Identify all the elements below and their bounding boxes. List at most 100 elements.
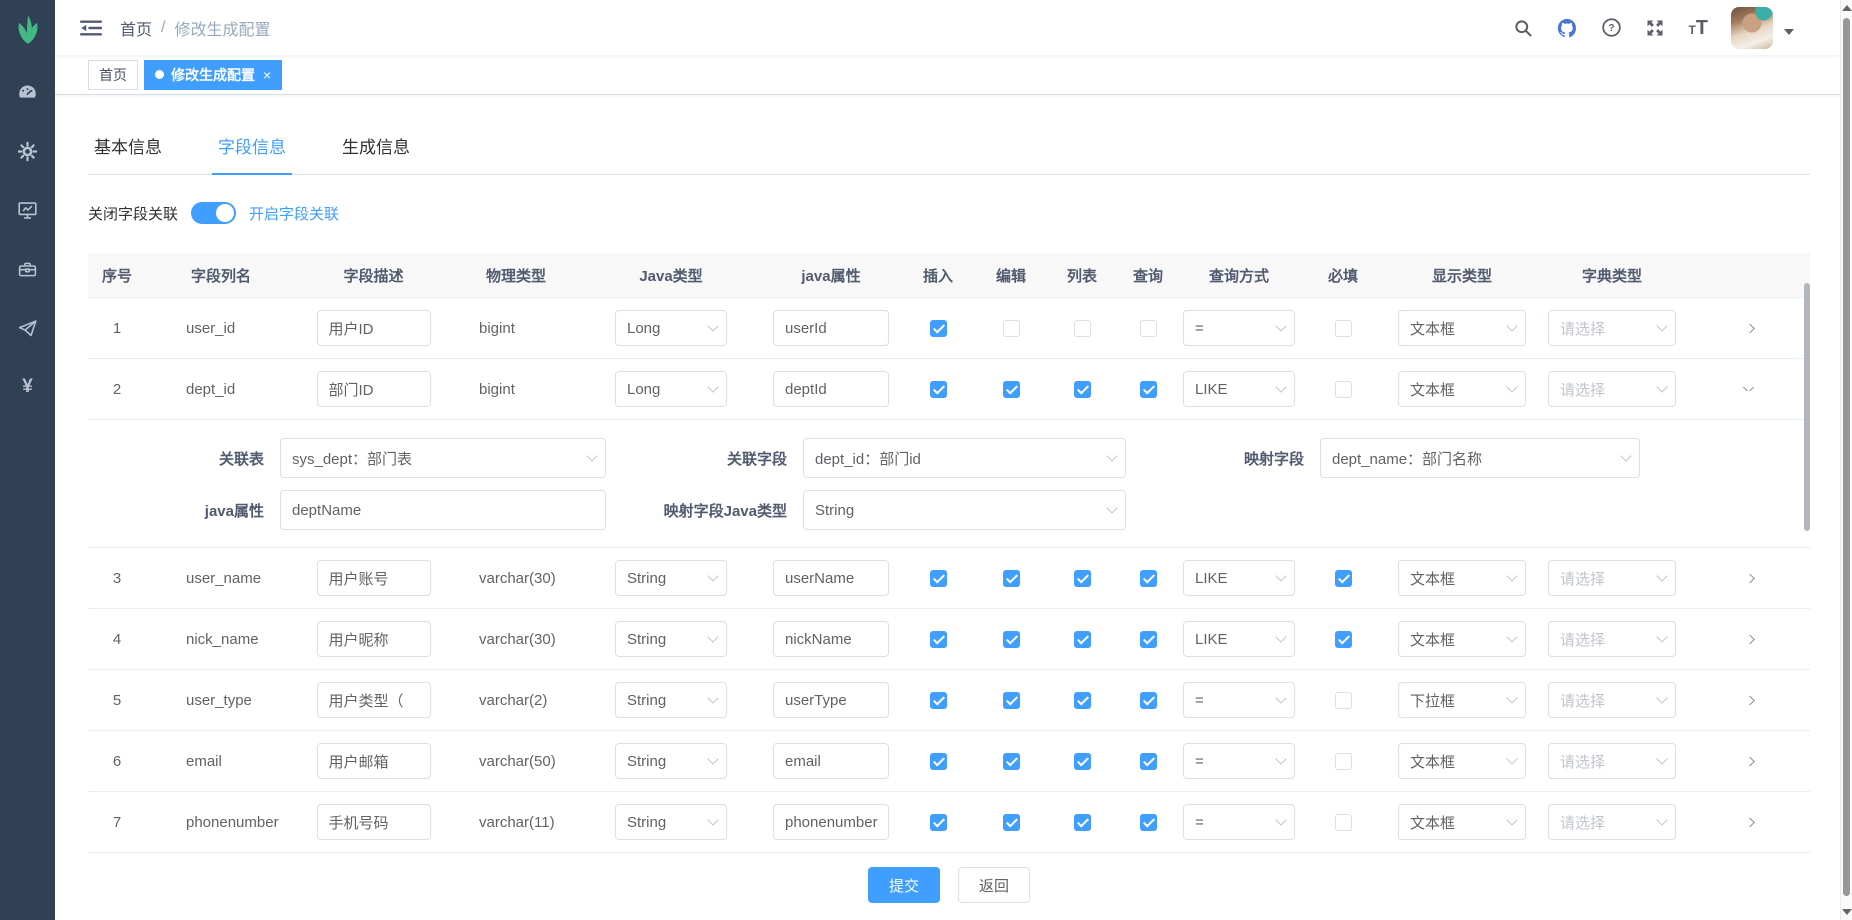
list-checkbox[interactable] [1074,381,1091,398]
relation-table-select[interactable]: sys_dept：部门表 [280,438,606,478]
breadcrumb-home[interactable]: 首页 [120,16,152,40]
display-type-select[interactable]: 文本框 [1398,621,1526,657]
expand-row-icon[interactable] [1742,757,1755,766]
query-mode-select[interactable]: LIKE [1183,371,1295,407]
tag-home[interactable]: 首页 [88,60,138,90]
caret-down-icon[interactable] [1784,29,1794,35]
column-desc-input[interactable]: 部门ID [317,371,431,407]
required-checkbox[interactable] [1335,320,1352,337]
required-checkbox[interactable] [1335,631,1352,648]
column-desc-input[interactable]: 用户邮箱 [317,743,431,779]
required-checkbox[interactable] [1335,381,1352,398]
java-type-select[interactable]: Long [615,310,727,346]
expand-row-icon[interactable] [1742,387,1755,391]
font-size-icon[interactable]: TT [1688,18,1708,38]
query-mode-select[interactable]: LIKE [1183,560,1295,596]
required-checkbox[interactable] [1335,753,1352,770]
search-icon[interactable] [1513,18,1533,38]
column-desc-input[interactable]: 手机号码 [317,804,431,840]
avatar[interactable] [1731,7,1773,49]
expand-row-icon[interactable] [1742,574,1755,583]
dict-type-select[interactable]: 请选择 [1548,743,1676,779]
query-mode-select[interactable]: = [1183,682,1295,718]
query-mode-select[interactable]: LIKE [1183,621,1295,657]
column-desc-input[interactable]: 用户账号 [317,560,431,596]
insert-checkbox[interactable] [930,570,947,587]
query-checkbox[interactable] [1140,753,1157,770]
fullscreen-icon[interactable] [1645,18,1665,38]
list-checkbox[interactable] [1074,814,1091,831]
required-checkbox[interactable] [1335,570,1352,587]
java-field-input[interactable]: nickName [773,621,889,657]
page-scrollbar[interactable] [1840,0,1852,920]
java-field-input[interactable]: deptId [773,371,889,407]
insert-checkbox[interactable] [930,753,947,770]
java-type-select[interactable]: String [615,743,727,779]
sidebar-item-finance[interactable]: ¥ [0,376,55,398]
sidebar-item-tool[interactable] [0,258,55,280]
sidebar-item-dashboard[interactable] [0,81,55,103]
insert-checkbox[interactable] [930,692,947,709]
scroll-up-icon[interactable] [1842,5,1852,11]
query-mode-select[interactable]: = [1183,804,1295,840]
relation-field-select[interactable]: dept_id：部门id [803,438,1126,478]
required-checkbox[interactable] [1335,692,1352,709]
query-mode-select[interactable]: = [1183,743,1295,779]
table-scrollbar-thumb[interactable] [1804,283,1810,531]
query-mode-select[interactable]: = [1183,310,1295,346]
list-checkbox[interactable] [1074,320,1091,337]
submit-button[interactable]: 提交 [868,867,940,903]
tab-gen-info[interactable]: 生成信息 [336,137,416,174]
dict-type-select[interactable]: 请选择 [1548,310,1676,346]
java-type-select[interactable]: String [615,682,727,718]
java-field-input[interactable]: userId [773,310,889,346]
java-type-select[interactable]: Long [615,371,727,407]
dict-type-select[interactable]: 请选择 [1548,560,1676,596]
sidebar-item-guide[interactable] [0,317,55,339]
display-type-select[interactable]: 文本框 [1398,310,1526,346]
sidebar-item-system[interactable] [0,140,55,162]
edit-checkbox[interactable] [1003,814,1020,831]
dict-type-select[interactable]: 请选择 [1548,682,1676,718]
expand-row-icon[interactable] [1742,324,1755,333]
back-button[interactable]: 返回 [958,867,1030,903]
mapping-java-type-select[interactable]: String [803,490,1126,530]
edit-checkbox[interactable] [1003,631,1020,648]
tag-current[interactable]: 修改生成配置 × [144,60,282,90]
tab-basic-info[interactable]: 基本信息 [88,137,168,174]
insert-checkbox[interactable] [930,381,947,398]
display-type-select[interactable]: 文本框 [1398,371,1526,407]
help-icon[interactable]: ? [1601,17,1622,38]
dict-type-select[interactable]: 请选择 [1548,621,1676,657]
java-type-select[interactable]: String [615,621,727,657]
query-checkbox[interactable] [1140,320,1157,337]
display-type-select[interactable]: 下拉框 [1398,682,1526,718]
close-tag-icon[interactable]: × [263,67,271,83]
field-link-switch[interactable] [191,202,236,224]
scroll-down-icon[interactable] [1842,909,1852,915]
query-checkbox[interactable] [1140,814,1157,831]
java-type-select[interactable]: String [615,804,727,840]
column-desc-input[interactable]: 用户昵称 [317,621,431,657]
list-checkbox[interactable] [1074,631,1091,648]
query-checkbox[interactable] [1140,570,1157,587]
edit-checkbox[interactable] [1003,753,1020,770]
edit-checkbox[interactable] [1003,570,1020,587]
mapping-field-select[interactable]: dept_name：部门名称 [1320,438,1640,478]
insert-checkbox[interactable] [930,631,947,648]
query-checkbox[interactable] [1140,692,1157,709]
dict-type-select[interactable]: 请选择 [1548,804,1676,840]
list-checkbox[interactable] [1074,753,1091,770]
github-icon[interactable] [1556,17,1578,39]
java-field-input[interactable]: userType [773,682,889,718]
edit-checkbox[interactable] [1003,381,1020,398]
query-checkbox[interactable] [1140,381,1157,398]
page-scrollbar-thumb[interactable] [1843,18,1850,896]
column-desc-input[interactable]: 用户类型（ [317,682,431,718]
display-type-select[interactable]: 文本框 [1398,743,1526,779]
sidebar-item-monitor[interactable] [0,199,55,221]
column-desc-input[interactable]: 用户ID [317,310,431,346]
dict-type-select[interactable]: 请选择 [1548,371,1676,407]
list-checkbox[interactable] [1074,692,1091,709]
java-field-input[interactable]: phonenumber [773,804,889,840]
